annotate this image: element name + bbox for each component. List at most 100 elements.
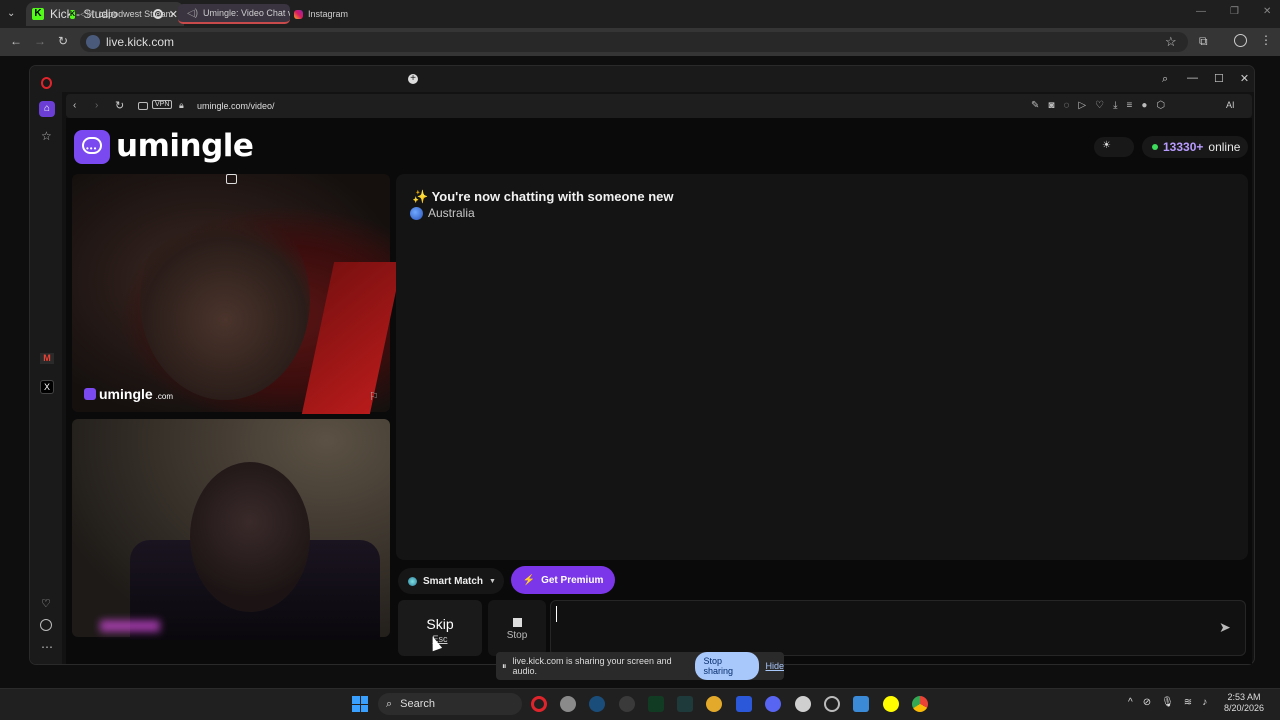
- forward-icon[interactable]: →: [34, 34, 46, 48]
- send-icon[interactable]: ➤: [1219, 619, 1231, 636]
- system-tray: ^ ⊘ 🎙︎ ≋ ♪: [1128, 697, 1207, 708]
- discord-taskbar-icon[interactable]: [765, 696, 781, 712]
- favorites-heart-icon[interactable]: ♡: [41, 597, 51, 610]
- opera-minimize-icon[interactable]: —: [1187, 72, 1198, 85]
- opera-tab-umingle[interactable]: ◁) Umingle: Video Chat v: [178, 4, 290, 24]
- shield-icon[interactable]: ◌: [1063, 100, 1069, 111]
- message-input[interactable]: [550, 600, 1246, 656]
- bookmark-star-icon[interactable]: ☆: [1165, 34, 1177, 50]
- minimize-icon[interactable]: —: [1196, 6, 1206, 17]
- chat-panel: [396, 174, 1248, 560]
- tray-chevron-icon[interactable]: ^: [1128, 697, 1133, 708]
- windows-start-icon[interactable]: [352, 696, 368, 712]
- steam-taskbar-icon[interactable]: [589, 696, 605, 712]
- window-controls: — ❐ ✕: [1196, 6, 1271, 17]
- theme-toggle[interactable]: ☀: [1094, 137, 1134, 157]
- ai-button[interactable]: AI: [1226, 100, 1235, 110]
- cube-icon[interactable]: ⬡: [1156, 100, 1165, 111]
- clock-time: 2:53 AM: [1227, 692, 1261, 702]
- app-taskbar-icon[interactable]: [619, 696, 635, 712]
- chrome-address-bar[interactable]: live.kick.com: [80, 32, 1188, 52]
- x-twitter-icon[interactable]: X: [40, 380, 54, 394]
- camera-icon[interactable]: ◙: [1048, 100, 1054, 111]
- extensions-icon[interactable]: ⧉: [1199, 34, 1208, 49]
- tray-network-off-icon[interactable]: ⊘: [1143, 697, 1151, 708]
- kick-icon: K: [70, 9, 76, 19]
- report-flag-icon[interactable]: ⚐: [369, 390, 379, 403]
- site-info-icon[interactable]: [86, 35, 100, 49]
- snapchat-taskbar-icon[interactable]: [883, 696, 899, 712]
- opera-logo-icon[interactable]: [41, 77, 52, 89]
- umingle-logo-text[interactable]: umingle: [116, 128, 254, 164]
- restore-icon[interactable]: ❐: [1230, 6, 1239, 17]
- back-icon[interactable]: ←: [10, 34, 22, 48]
- pinboard-icon[interactable]: ☆: [41, 129, 52, 143]
- history-icon[interactable]: [40, 619, 52, 631]
- account-icon[interactable]: ●: [1141, 100, 1147, 111]
- volume-icon[interactable]: ♪: [1202, 697, 1207, 708]
- online-label: online: [1208, 140, 1241, 154]
- umingle-logo-icon[interactable]: •••: [74, 130, 110, 164]
- stop-button[interactable]: Stop: [488, 600, 546, 656]
- online-status-dot: [1152, 144, 1158, 150]
- share-message: live.kick.com is sharing your screen and…: [512, 656, 672, 676]
- app7-taskbar-icon[interactable]: [853, 696, 869, 712]
- opera-close-icon[interactable]: ✕: [1240, 72, 1249, 85]
- settings-taskbar-icon[interactable]: [560, 696, 576, 712]
- smart-match-label: Smart Match: [423, 575, 484, 587]
- opera-new-tab-button[interactable]: +: [408, 74, 418, 84]
- smart-match-dropdown[interactable]: Smart Match ▼: [398, 568, 504, 594]
- app3-taskbar-icon[interactable]: [677, 696, 693, 712]
- app5-taskbar-icon[interactable]: [736, 696, 752, 712]
- opera-url[interactable]: umingle.com/video/: [197, 101, 275, 111]
- cloud-taskbar-icon[interactable]: [795, 696, 811, 712]
- opera-tab-strip: [30, 66, 1254, 92]
- opera-maximize-icon[interactable]: ☐: [1214, 72, 1224, 85]
- pip-toggle-icon[interactable]: [226, 174, 237, 184]
- location-text: Australia: [428, 206, 475, 220]
- opera-search-tabs-icon[interactable]: ⌕: [1162, 73, 1168, 86]
- opera-toolbar-icons: ✎ ◙ ◌ ▷ ♡ ⤓ ≡ ● ⬡: [1031, 100, 1165, 111]
- heart-icon[interactable]: ♡: [1095, 100, 1104, 111]
- wifi-icon[interactable]: ≋: [1184, 697, 1192, 708]
- vpn-badge[interactable]: VPN: [152, 100, 173, 109]
- windows-taskbar: [0, 688, 1280, 720]
- play-icon[interactable]: ▷: [1078, 100, 1086, 111]
- edit-icon[interactable]: ✎: [1031, 100, 1039, 111]
- app6-taskbar-icon[interactable]: [824, 696, 840, 712]
- home-icon[interactable]: ⌂: [39, 101, 55, 117]
- chrome-menu-icon[interactable]: ⋮: [1260, 33, 1272, 47]
- opera-back-icon[interactable]: ‹: [73, 100, 76, 111]
- opera-forward-icon[interactable]: ›: [95, 100, 98, 111]
- get-premium-button[interactable]: ⚡ Get Premium: [511, 566, 615, 594]
- app2-taskbar-icon[interactable]: [648, 696, 664, 712]
- opera-sidebar: [30, 66, 62, 664]
- opera-tab-instagram[interactable]: Instagram: [290, 4, 400, 24]
- taskbar-search[interactable]: ⌕ Search: [378, 693, 522, 715]
- chrome-taskbar-icon[interactable]: [912, 696, 928, 712]
- opera-taskbar-icon[interactable]: [531, 696, 547, 712]
- opera-reload-icon[interactable]: ↻: [115, 99, 124, 112]
- app4-taskbar-icon[interactable]: [706, 696, 722, 712]
- microphone-icon[interactable]: 🎙︎: [1161, 697, 1174, 708]
- more-sidebar-icon[interactable]: ⋯: [41, 640, 53, 654]
- lock-icon: 🔒︎: [179, 100, 184, 110]
- snapshot-icon[interactable]: [138, 102, 148, 110]
- close-window-icon[interactable]: ✕: [1263, 6, 1271, 17]
- gmail-icon[interactable]: M: [40, 353, 54, 364]
- stranger-face-shading: [140, 200, 310, 400]
- chat-status-text: You're now chatting with someone new: [431, 189, 674, 204]
- stop-sharing-button[interactable]: Stop sharing: [695, 652, 760, 680]
- download-icon[interactable]: ⤓: [1113, 100, 1117, 111]
- smart-match-icon: [408, 576, 417, 586]
- hide-share-button[interactable]: Hide: [765, 661, 784, 671]
- taskbar-clock[interactable]: 2:53 AM 8/20/2026: [1224, 692, 1264, 714]
- opera-tab-capodwest[interactable]: K ◁× capodwest Stream - W: [66, 4, 176, 24]
- profile-icon[interactable]: [1234, 34, 1247, 47]
- chevron-down-icon: ▼: [489, 577, 496, 585]
- opera-tab-title: Umingle: Video Chat v: [203, 8, 290, 18]
- menu-lines-icon[interactable]: ≡: [1126, 100, 1132, 111]
- reload-icon[interactable]: ↻: [58, 34, 68, 48]
- tab-search-icon[interactable]: ⌄: [7, 8, 15, 19]
- opera-tab-title: capodwest Stream - W: [98, 9, 176, 19]
